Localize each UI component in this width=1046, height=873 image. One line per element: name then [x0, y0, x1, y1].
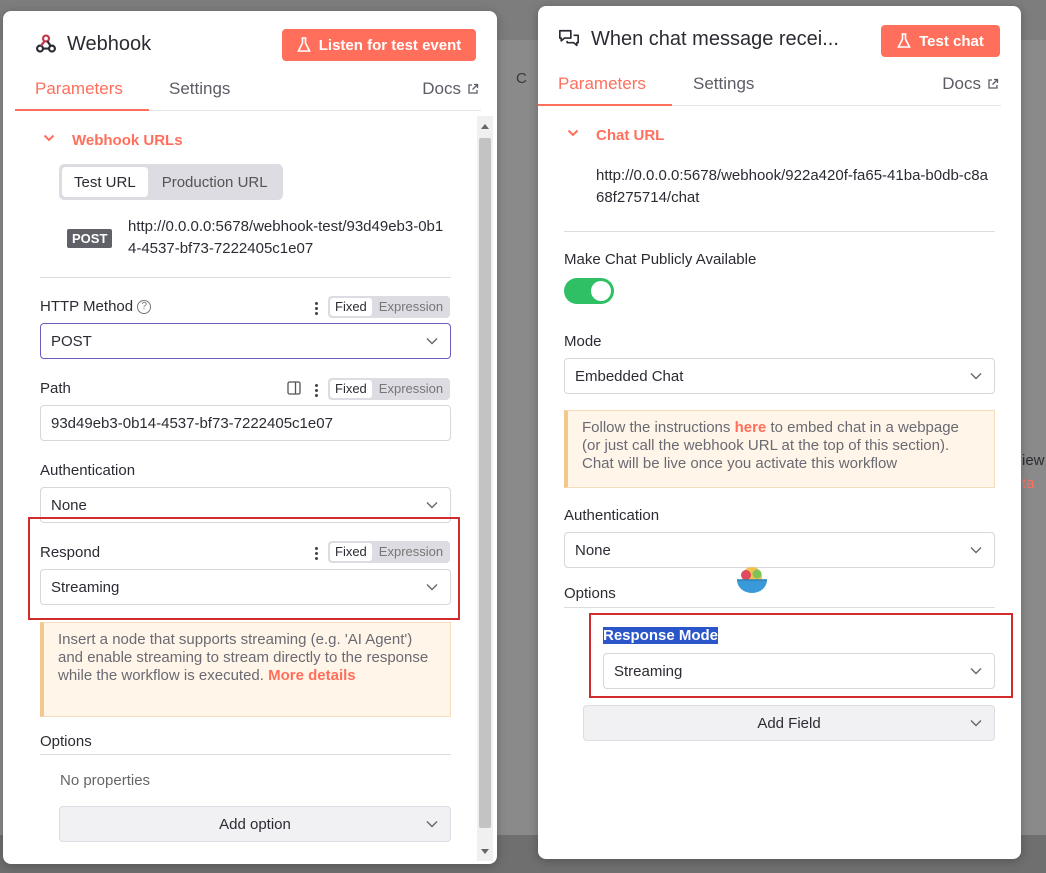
button-label: Add Field	[757, 714, 821, 732]
chevron-down-icon[interactable]	[43, 132, 55, 144]
expression-option[interactable]: Expression	[374, 380, 448, 398]
parameters-body: Chat URL http://0.0.0.0:5678/webhook/922…	[538, 106, 1021, 859]
tab-parameters[interactable]: Parameters	[35, 79, 123, 99]
flask-icon	[296, 37, 311, 52]
mode-label: Mode	[564, 333, 602, 350]
panel-header: Webhook Listen for test event Parameters…	[3, 11, 497, 111]
divider	[564, 231, 995, 232]
panel-header: When chat message recei... Test chat Par…	[538, 6, 1021, 106]
docs-link[interactable]: Docs	[422, 79, 479, 99]
background-text: iew	[1022, 452, 1045, 469]
public-availability-toggle[interactable]	[564, 278, 614, 304]
fixed-option[interactable]: Fixed	[330, 380, 372, 398]
add-field-button[interactable]: Add Field	[583, 705, 995, 741]
path-input[interactable]: 93d49eb3-0b14-4537-bf73-7222405c1e07	[40, 405, 451, 441]
public-availability-label: Make Chat Publicly Available	[564, 251, 757, 268]
method-badge: POST	[67, 229, 113, 248]
webhook-icon	[36, 34, 56, 53]
url-type-toggle: Test URL Production URL	[59, 164, 283, 200]
mode-select[interactable]: Embedded Chat	[564, 358, 995, 394]
scroll-thumb[interactable]	[479, 138, 491, 828]
external-link-icon	[988, 78, 999, 89]
chat-trigger-node-panel: When chat message recei... Test chat Par…	[538, 6, 1021, 859]
divider	[40, 754, 451, 755]
background-text: C	[516, 70, 527, 87]
notice-text: Follow the instructions	[582, 419, 731, 436]
here-link[interactable]: here	[735, 419, 767, 436]
external-link-icon	[468, 83, 479, 94]
http-method-select[interactable]: POST	[40, 323, 451, 359]
docs-label: Docs	[942, 74, 981, 93]
bowl-emoji-icon	[737, 567, 767, 593]
path-label: Path	[40, 380, 71, 397]
http-method-label: HTTP Method?	[40, 298, 152, 315]
select-value: Embedded Chat	[575, 367, 684, 385]
divider	[40, 277, 451, 278]
select-value: POST	[51, 332, 92, 350]
notice-text: Insert a node that supports streaming (e…	[58, 631, 429, 684]
test-url-option[interactable]: Test URL	[62, 167, 148, 197]
scroll-down-arrow[interactable]	[481, 849, 489, 854]
tab-settings[interactable]: Settings	[169, 79, 230, 99]
toggle-knob	[591, 281, 611, 301]
streaming-notice: Insert a node that supports streaming (e…	[40, 622, 451, 717]
no-properties-text: No properties	[60, 772, 151, 789]
tab-parameters[interactable]: Parameters	[558, 74, 646, 94]
help-icon[interactable]: ?	[137, 300, 152, 315]
chevron-down-icon	[970, 547, 982, 554]
options-label: Options	[564, 585, 616, 602]
test-chat-button[interactable]: Test chat	[881, 25, 1000, 57]
annotation-highlight-box	[28, 517, 460, 620]
embed-chat-notice: Follow the instructions here to embed ch…	[564, 410, 995, 488]
section-title-webhook-urls[interactable]: Webhook URLs	[72, 132, 183, 149]
options-label: Options	[40, 733, 92, 750]
chevron-down-icon	[426, 502, 438, 509]
tab-settings[interactable]: Settings	[693, 74, 754, 94]
chevron-down-icon[interactable]	[567, 127, 579, 139]
label-text: HTTP Method	[40, 298, 134, 315]
button-label: Listen for test event	[318, 36, 462, 54]
panel-tabs: Parameters Settings Docs	[538, 70, 1001, 106]
panel-title: Webhook	[67, 33, 152, 55]
section-title-chat-url[interactable]: Chat URL	[596, 127, 664, 144]
background-text: ta	[1022, 475, 1035, 492]
docs-label: Docs	[422, 79, 461, 98]
more-options-icon[interactable]	[311, 381, 321, 399]
select-value: None	[575, 541, 611, 559]
expression-option[interactable]: Expression	[374, 298, 448, 316]
chat-url[interactable]: http://0.0.0.0:5678/webhook/922a420f-fa6…	[596, 165, 988, 209]
production-url-option[interactable]: Production URL	[150, 167, 280, 197]
chevron-down-icon	[970, 373, 982, 380]
more-details-link[interactable]: More details	[268, 667, 356, 684]
authentication-label: Authentication	[564, 507, 660, 524]
panel-tabs: Parameters Settings Docs	[15, 75, 481, 111]
chevron-down-icon	[426, 338, 438, 345]
annotation-highlight-box	[589, 613, 1013, 698]
fixed-expression-toggle: Fixed Expression	[328, 378, 451, 400]
button-label: Add option	[219, 815, 291, 833]
scrollbar[interactable]	[477, 116, 493, 861]
more-options-icon[interactable]	[311, 299, 321, 317]
chevron-down-icon	[426, 821, 438, 828]
fixed-expression-toggle: Fixed Expression	[328, 296, 451, 318]
docs-link[interactable]: Docs	[942, 74, 999, 94]
authentication-select[interactable]: None	[564, 532, 995, 568]
authentication-label: Authentication	[40, 462, 136, 479]
select-value: None	[51, 496, 87, 514]
button-label: Test chat	[919, 32, 984, 50]
scroll-up-arrow[interactable]	[481, 124, 489, 129]
add-option-button[interactable]: Add option	[59, 806, 451, 842]
listen-for-test-event-button[interactable]: Listen for test event	[282, 29, 476, 61]
webhook-url[interactable]: http://0.0.0.0:5678/webhook-test/93d49eb…	[128, 216, 448, 260]
webhook-node-panel: Webhook Listen for test event Parameters…	[3, 11, 497, 864]
divider	[564, 607, 995, 608]
panel-title: When chat message recei...	[591, 28, 839, 50]
fixed-option[interactable]: Fixed	[330, 298, 372, 316]
flask-icon	[897, 33, 911, 48]
chat-bubbles-icon	[559, 29, 579, 47]
chevron-down-icon	[970, 720, 982, 727]
panel-toggle-icon[interactable]	[287, 381, 301, 395]
parameters-body: Webhook URLs Test URL Production URL POS…	[3, 111, 497, 864]
